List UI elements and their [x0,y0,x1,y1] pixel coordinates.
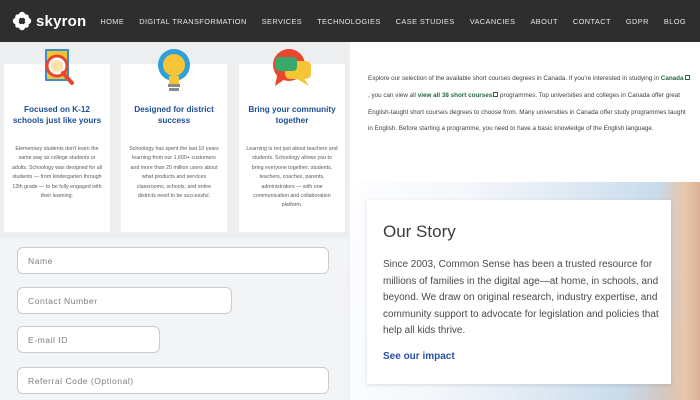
email-input[interactable] [17,326,160,353]
nav-technologies[interactable]: TECHNOLOGIES [317,17,381,26]
brand-name: skyron [36,12,87,30]
main-nav: HOME DIGITAL TRANSFORMATION SERVICES TEC… [100,0,686,42]
nav-blog[interactable]: BLOG [664,17,686,26]
story-title: Our Story [383,222,456,241]
left-panel: Focused on K-12 schools just like yours … [0,42,348,400]
nav-gdpr[interactable]: GDPR [626,17,649,26]
contact-number-input[interactable] [17,287,232,314]
flower-logo-icon [12,11,32,31]
see-our-impact-link[interactable]: See our impact [383,351,455,362]
brand-logo[interactable]: skyron [12,10,86,32]
top-navbar: skyron HOME DIGITAL TRANSFORMATION SERVI… [0,0,700,42]
referral-code-input[interactable] [17,367,329,394]
intro-section: Explore our selection of the available s… [350,42,700,182]
chat-bubbles-icon [273,49,311,86]
feature-title: Focused on K-12 schools just like yours [12,105,102,125]
nav-digital-transformation[interactable]: DIGITAL TRANSFORMATION [139,17,246,26]
intro-paragraph: Explore our selection of the available s… [368,71,690,138]
feature-title: Designed for district success [134,105,214,125]
intro-text: Explore our selection of the available s… [368,75,661,82]
feature-title: Bring your community together [248,105,336,125]
our-story-card: Our Story Since 2003, Common Sense has b… [367,200,671,384]
feature-card-community: Bring your community together Learning i… [239,49,345,232]
feature-description: Learning is not just about teachers and … [246,146,338,209]
feature-description: Elementary students don't learn the same… [11,146,103,200]
feature-card-district: Designed for district success Schoology … [121,49,227,232]
feature-card-k12: Focused on K-12 schools just like yours … [4,49,110,232]
short-courses-link[interactable]: view all 38 short courses [418,92,493,99]
intro-text: , you can view all [368,91,418,99]
external-link-icon [684,75,690,80]
nav-case-studies[interactable]: CASE STUDIES [396,17,455,26]
canada-link[interactable]: Canada [661,75,684,82]
right-panel: Explore our selection of the available s… [350,42,700,400]
nav-home[interactable]: HOME [100,17,124,26]
name-input[interactable] [17,247,329,274]
feature-cards: Focused on K-12 schools just like yours … [0,42,348,238]
story-body: Since 2003, Common Sense has been a trus… [383,259,659,336]
nav-about[interactable]: ABOUT [530,17,557,26]
nav-services[interactable]: SERVICES [262,17,302,26]
nav-contact[interactable]: CONTACT [573,17,611,26]
nav-vacancies[interactable]: VACANCIES [470,17,516,26]
magnifier-book-icon [45,49,74,85]
feature-description: Schoology has spent the last 10 years le… [129,146,219,200]
lightbulb-icon [158,49,190,91]
